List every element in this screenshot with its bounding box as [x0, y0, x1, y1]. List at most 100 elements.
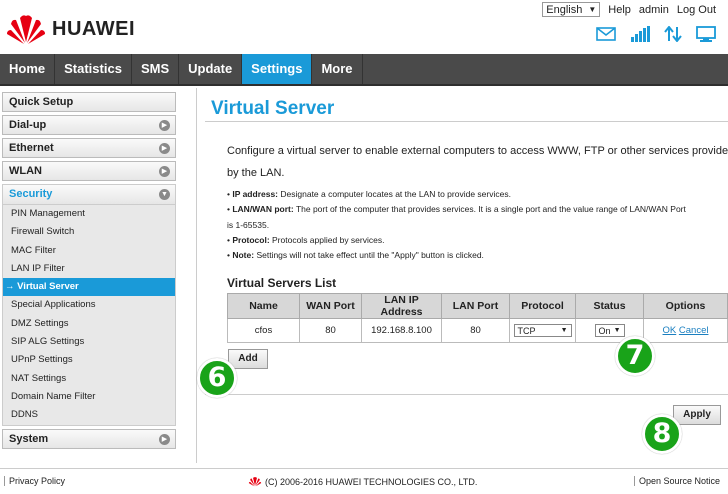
sidebar-group-security: Security ▼ PIN Management Firewall Switc…: [2, 184, 176, 426]
top-links: English ▼ Help admin Log Out: [542, 2, 716, 17]
table-row: cfos 80 192.168.8.100 80 TCP ▼ On ▼ OK C…: [227, 318, 728, 343]
protocol-value: TCP: [517, 325, 536, 336]
cell-name: cfos: [227, 318, 300, 343]
chevron-down-icon: ▼: [588, 5, 597, 14]
sidebar-item-label: Ethernet: [9, 142, 54, 154]
column-header-protocol: Protocol: [509, 293, 576, 319]
privacy-policy-link[interactable]: Privacy Policy: [4, 476, 65, 486]
bullet-text: The port of the computer that provides s…: [293, 204, 686, 215]
open-source-notice-link[interactable]: Open Source Notice: [633, 476, 720, 486]
page-title: Virtual Server: [211, 98, 335, 119]
nav-sms[interactable]: SMS: [132, 54, 180, 84]
computer-connected-icon: [696, 26, 716, 47]
cancel-link[interactable]: Cancel: [679, 325, 709, 336]
sidebar-subitem-domain-name-filter[interactable]: Domain Name Filter: [3, 388, 175, 406]
description-line-2: by the LAN.: [227, 167, 285, 179]
user-link[interactable]: admin: [639, 4, 669, 16]
bullet-text: Designate a computer locates at the LAN …: [278, 189, 511, 199]
add-button[interactable]: Add: [228, 349, 268, 369]
virtual-servers-list-title: Virtual Servers List: [227, 276, 337, 290]
sidebar-subitem-pin-management[interactable]: PIN Management: [3, 205, 175, 223]
help-bullets: • IP address: Designate a computer locat…: [227, 187, 727, 263]
status-icons: [596, 25, 716, 47]
nav-update[interactable]: Update: [179, 54, 243, 84]
column-header-options: Options: [643, 293, 728, 319]
nav-settings[interactable]: Settings: [242, 54, 313, 84]
brand-name: HUAWEI: [52, 18, 135, 40]
cell-lan-port: 80: [441, 318, 510, 343]
bullet-lan-wan-port: • LAN/WAN port: The port of the computer…: [227, 204, 686, 215]
nav-home[interactable]: Home: [0, 54, 56, 84]
status-select[interactable]: On ▼: [594, 324, 625, 337]
data-transfer-icon: [664, 25, 682, 47]
cell-protocol: TCP ▼: [509, 318, 576, 343]
envelope-icon[interactable]: [596, 27, 616, 46]
sidebar-subitem-sip-alg-settings[interactable]: SIP ALG Settings: [3, 333, 175, 351]
column-header-lan-ip: LAN IP Address: [361, 293, 442, 319]
bullet-text: Protocols applied by services.: [269, 234, 385, 245]
sidebar-subitem-nat-settings[interactable]: NAT Settings: [3, 370, 175, 388]
sidebar-item-label: WLAN: [9, 165, 42, 177]
virtual-servers-table: Name WAN Port LAN IP Address LAN Port Pr…: [227, 293, 728, 343]
column-header-wan-port: WAN Port: [299, 293, 362, 319]
help-link[interactable]: Help: [608, 4, 631, 16]
logout-link[interactable]: Log Out: [677, 4, 716, 16]
sidebar-subitem-mac-filter[interactable]: MAC Filter: [3, 242, 175, 260]
step-7-badge: 7: [615, 336, 655, 376]
title-divider: [205, 121, 728, 122]
step-8-badge: 8: [642, 414, 682, 454]
sidebar-item-dialup[interactable]: Dial-up ▶: [2, 115, 176, 135]
cell-options: OK Cancel: [643, 318, 728, 343]
description-line-1: Configure a virtual server to enable ext…: [227, 145, 728, 157]
bullet-ip-address: • IP address: Designate a computer locat…: [227, 189, 511, 199]
bullet-text: Settings will not take effect until the …: [254, 250, 484, 261]
sidebar-item-system[interactable]: System ▶: [2, 428, 176, 449]
sidebar-item-label: Quick Setup: [9, 96, 74, 108]
table-header-row: Name WAN Port LAN IP Address LAN Port Pr…: [227, 293, 728, 319]
expand-arrow-icon: ▶: [159, 166, 170, 177]
sidebar-subitem-lan-ip-filter[interactable]: LAN IP Filter: [3, 260, 175, 278]
cell-lan-ip: 192.168.8.100: [361, 318, 442, 343]
main-nav: Home Statistics SMS Update Settings More: [0, 54, 728, 86]
apply-divider: [205, 394, 728, 395]
copyright: (C) 2006-2016 HUAWEI TECHNOLOGIES CO., L…: [248, 476, 477, 487]
nav-statistics[interactable]: Statistics: [55, 54, 132, 84]
signal-strength-icon: [630, 26, 650, 47]
chevron-down-icon: ▼: [560, 327, 568, 334]
sidebar-item-ethernet[interactable]: Ethernet ▶: [2, 138, 176, 158]
language-value: English: [546, 3, 583, 16]
sidebar-item-label: Dial-up: [9, 119, 47, 131]
sidebar-item-label: System: [9, 432, 49, 445]
sidebar-item-security[interactable]: Security ▼: [3, 185, 175, 205]
sidebar-item-wlan[interactable]: WLAN ▶: [2, 161, 176, 181]
sidebar-divider: [196, 88, 197, 463]
sidebar-subitem-firewall-switch[interactable]: Firewall Switch: [3, 223, 175, 241]
expand-arrow-icon: ▶: [159, 143, 170, 154]
column-header-status: Status: [575, 293, 644, 319]
sidebar: Quick Setup Dial-up ▶ Ethernet ▶ WLAN ▶ …: [0, 90, 178, 452]
chevron-down-icon: ▼: [613, 327, 621, 334]
bullet-label: Protocol:: [232, 234, 270, 245]
ok-link[interactable]: OK: [663, 325, 677, 336]
apply-button[interactable]: Apply: [673, 405, 721, 425]
cell-wan-port: 80: [299, 318, 362, 343]
sidebar-subitem-dmz-settings[interactable]: DMZ Settings: [3, 315, 175, 333]
language-select[interactable]: English ▼: [542, 2, 601, 17]
bullet-note: • Note: Settings will not take effect un…: [227, 250, 484, 261]
sidebar-subitem-virtual-server[interactable]: → Virtual Server: [3, 278, 175, 297]
page-description: Configure a virtual server to enable ext…: [227, 140, 728, 184]
copyright-text: (C) 2006-2016 HUAWEI TECHNOLOGIES CO., L…: [265, 476, 478, 487]
status-value: On: [598, 325, 611, 336]
huawei-logo: HUAWEI: [6, 12, 136, 46]
sidebar-subitem-upnp-settings[interactable]: UPnP Settings: [3, 351, 175, 369]
sidebar-item-quick-setup[interactable]: Quick Setup: [2, 92, 176, 112]
expand-arrow-icon: ▶: [159, 120, 170, 131]
header: HUAWEI English ▼ Help admin Log Out: [0, 0, 728, 54]
bullet-lan-wan-port-range: is 1-65535.: [227, 219, 270, 230]
huawei-flower-icon: [248, 477, 262, 487]
bullet-label: LAN/WAN port:: [232, 204, 294, 215]
sidebar-subitem-special-applications[interactable]: Special Applications: [3, 296, 175, 314]
nav-more[interactable]: More: [312, 54, 363, 84]
protocol-select[interactable]: TCP ▼: [513, 324, 572, 337]
sidebar-subitem-ddns[interactable]: DDNS: [3, 406, 175, 424]
